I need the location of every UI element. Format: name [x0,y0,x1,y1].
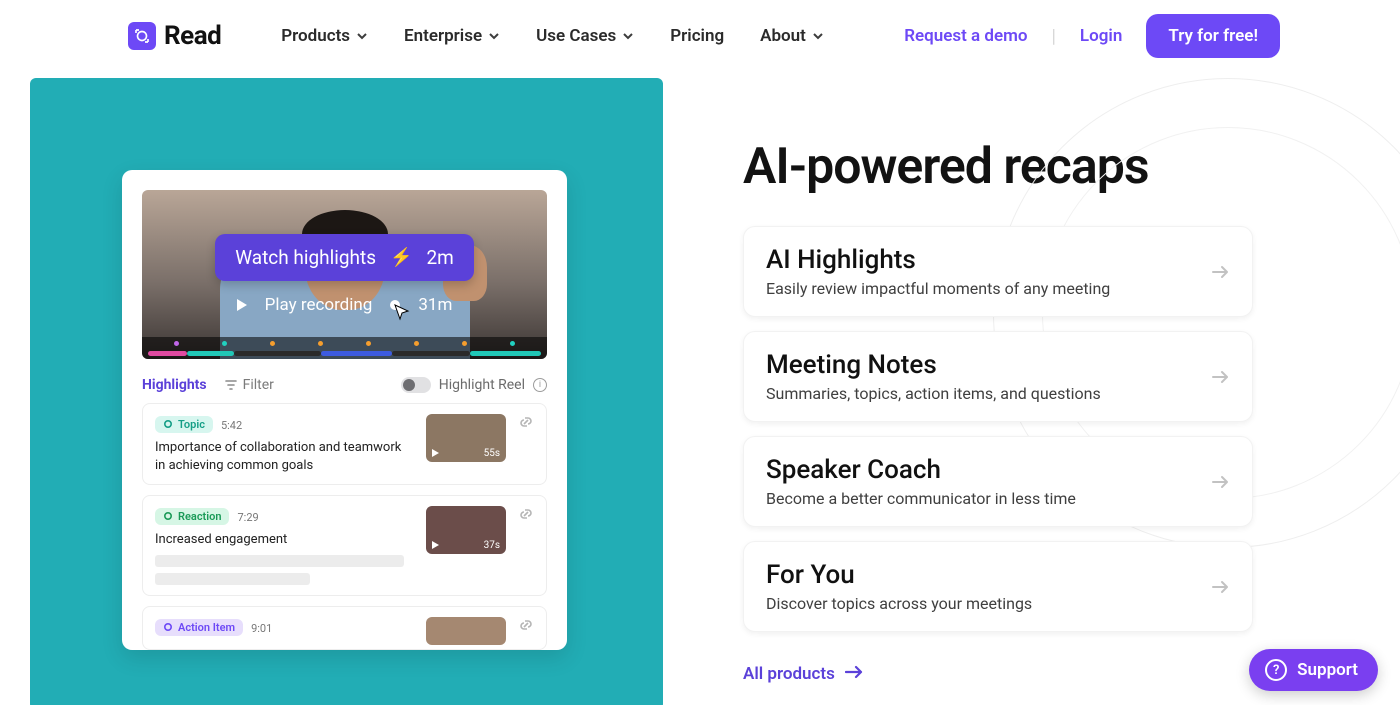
support-label: Support [1297,660,1358,680]
nav-enterprise-label: Enterprise [404,26,482,46]
highlight-time: 5:42 [221,419,242,432]
feature-card[interactable]: Meeting Notes Summaries, topics, action i… [743,331,1253,422]
thumb-duration: 55s [484,448,500,459]
info-icon[interactable]: i [533,378,547,392]
brand-name: Read [164,21,221,51]
highlight-item[interactable]: Reaction 7:29 Increased engagement 37s [142,495,547,596]
help-icon: ? [1265,659,1287,681]
highlight-thumbnail[interactable]: 37s [426,506,506,554]
feature-card[interactable]: Speaker Coach Become a better communicato… [743,436,1253,527]
feature-subtitle: Discover topics across your meetings [766,594,1212,613]
video-overlay: Watch highlights ⚡ 2m Play recording 31m [142,190,547,359]
meeting-video-preview[interactable]: Watch highlights ⚡ 2m Play recording 31m [142,190,547,359]
nav-products[interactable]: Products [281,26,368,46]
watch-highlights-label: Watch highlights [235,246,376,269]
feature-title: Meeting Notes [766,350,1212,380]
chevron-down-icon [812,30,824,42]
feature-card[interactable]: AI Highlights Easily review impactful mom… [743,226,1253,317]
nav-pricing[interactable]: Pricing [670,26,724,46]
nav-enterprise[interactable]: Enterprise [404,26,500,46]
filter-button[interactable]: Filter [225,377,274,393]
highlight-thumbnail[interactable]: 55s [426,414,506,462]
feature-title: AI Highlights [766,245,1212,275]
highlight-reel-label: Highlight Reel [439,377,525,393]
highlight-item[interactable]: Action Item 9:01 [142,606,547,650]
highlight-tag: Action Item [155,619,243,636]
play-icon [432,541,439,549]
cursor-icon [390,302,414,332]
arrow-right-icon [1212,260,1230,284]
link-icon[interactable] [518,617,534,633]
chevron-down-icon [356,30,368,42]
tag-icon [163,622,173,632]
divider: | [1052,26,1056,47]
arrow-right-icon [1212,470,1230,494]
highlight-tag: Reaction [155,508,229,525]
play-icon [237,299,247,311]
logo-mark-icon [128,22,156,50]
highlights-duration: 2m [426,246,453,269]
play-icon [432,449,439,457]
nav-about-label: About [760,26,806,46]
play-recording-button[interactable]: Play recording 31m [237,295,453,315]
highlights-header: Highlights Filter Highlight Reel i [142,377,547,393]
feature-card[interactable]: For You Discover topics across your meeti… [743,541,1253,632]
nav-about[interactable]: About [760,26,824,46]
brand-logo[interactable]: Read [128,21,221,51]
feature-title: Speaker Coach [766,455,1212,485]
highlight-time: 7:29 [237,511,258,524]
tag-icon [163,419,173,429]
all-products-label: All products [743,664,835,684]
thumb-duration: 37s [484,540,500,551]
feature-subtitle: Easily review impactful moments of any m… [766,279,1212,298]
nav-pricing-label: Pricing [670,26,724,46]
chevron-down-icon [622,30,634,42]
arrow-right-icon [1212,575,1230,599]
watch-highlights-button[interactable]: Watch highlights ⚡ 2m [215,234,474,281]
recaps-column: AI-powered recaps AI HighlightsEasily re… [743,78,1253,705]
highlight-thumbnail[interactable] [426,617,506,645]
tab-highlights[interactable]: Highlights [142,377,207,393]
link-icon[interactable] [518,506,534,522]
request-demo-link[interactable]: Request a demo [904,26,1027,46]
product-mockup: Watch highlights ⚡ 2m Play recording 31m [122,170,567,650]
filter-icon [225,379,237,391]
nav-use-cases-label: Use Cases [536,26,616,46]
video-timeline[interactable] [142,337,547,359]
highlight-tag: Topic [155,416,213,433]
support-button[interactable]: ? Support [1249,649,1378,691]
recording-duration: 31m [418,295,452,315]
arrow-right-icon [845,664,863,684]
filter-label: Filter [243,377,274,393]
highlight-reel-toggle[interactable] [401,377,431,393]
nav-use-cases[interactable]: Use Cases [536,26,634,46]
bolt-icon: ⚡ [390,249,412,267]
highlight-item[interactable]: Topic 5:42 Importance of collaboration and… [142,403,547,485]
arrow-right-icon [1212,365,1230,389]
highlight-desc: Increased engagement [155,531,414,549]
chevron-down-icon [488,30,500,42]
feature-subtitle: Summaries, topics, action items, and que… [766,384,1212,403]
try-free-button[interactable]: Try for free! [1146,14,1280,58]
header-actions: Request a demo | Login Try for free! [904,14,1280,58]
feature-subtitle: Become a better communicator in less tim… [766,489,1212,508]
highlight-desc: Importance of collaboration and teamwork… [155,439,414,474]
primary-nav: Products Enterprise Use Cases Pricing Ab… [281,26,824,46]
product-illustration-panel: Watch highlights ⚡ 2m Play recording 31m [30,78,663,705]
site-header: Read Products Enterprise Use Cases Prici… [0,0,1400,78]
play-recording-label: Play recording [265,295,373,315]
link-icon[interactable] [518,414,534,430]
highlight-time: 9:01 [251,622,272,635]
nav-products-label: Products [281,26,350,46]
feature-title: For You [766,560,1212,590]
tag-icon [163,511,173,521]
hero-section: Watch highlights ⚡ 2m Play recording 31m [0,78,1400,705]
all-products-link[interactable]: All products [743,664,863,684]
highlight-list: Topic 5:42 Importance of collaboration and… [142,393,547,650]
login-link[interactable]: Login [1080,26,1122,46]
